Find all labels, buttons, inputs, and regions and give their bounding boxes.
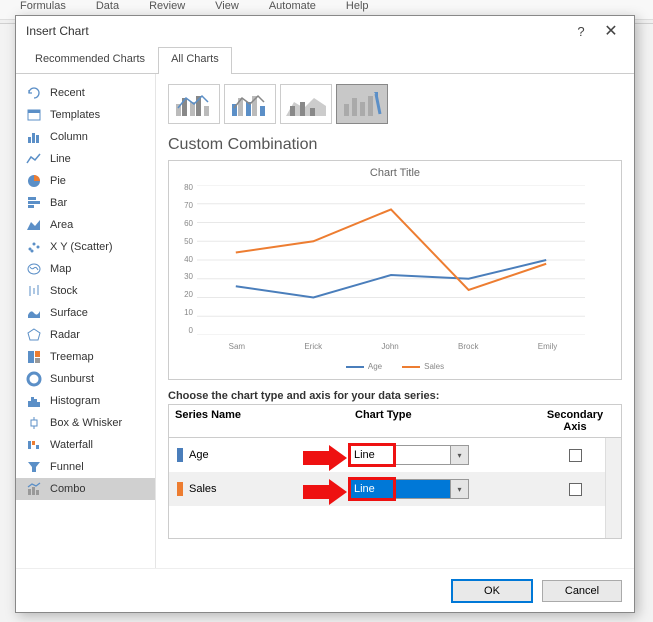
chart-legend: Age Sales (169, 362, 621, 371)
sidebar-item-templates[interactable]: Templates (16, 104, 155, 126)
close-button[interactable]: ✕ (596, 21, 626, 41)
sidebar-item-bar[interactable]: Bar (16, 192, 155, 214)
chevron-down-icon: ▾ (450, 446, 468, 464)
sidebar-item-radar[interactable]: Radar (16, 324, 155, 346)
sidebar-item-combo[interactable]: Combo (16, 478, 155, 500)
chart-type-dropdown-sales[interactable]: Line ▾ (349, 479, 469, 499)
area-icon (26, 217, 42, 233)
main-panel: Custom Combination Chart Title 807060504… (156, 74, 634, 568)
chevron-down-icon: ▾ (450, 480, 468, 498)
scatter-icon (26, 239, 42, 255)
chart-preview-title: Chart Title (169, 161, 621, 179)
sidebar-item-area[interactable]: Area (16, 214, 155, 236)
ribbon-tab[interactable]: Data (96, 0, 119, 12)
bar-icon (26, 195, 42, 211)
section-title: Custom Combination (168, 136, 622, 154)
insert-chart-dialog: Insert Chart ? ✕ Recommended Charts All … (15, 15, 635, 613)
ribbon-tab[interactable]: Review (149, 0, 185, 12)
cancel-button[interactable]: Cancel (542, 580, 622, 602)
sidebar-item-recent[interactable]: Recent (16, 82, 155, 104)
sidebar-item-scatter[interactable]: X Y (Scatter) (16, 236, 155, 258)
col-header-axis: Secondary Axis (529, 405, 621, 437)
chart-category-sidebar: Recent Templates Column Line Pie Bar Are… (16, 74, 156, 568)
sidebar-item-boxwhisker[interactable]: Box & Whisker (16, 412, 155, 434)
surface-icon (26, 305, 42, 321)
sidebar-item-map[interactable]: Map (16, 258, 155, 280)
subtype-stacked-area-column[interactable] (280, 84, 332, 124)
pie-icon (26, 173, 42, 189)
ok-button[interactable]: OK (452, 580, 532, 602)
funnel-icon (26, 459, 42, 475)
col-header-name: Series Name (169, 405, 349, 437)
chart-svg (197, 185, 585, 335)
subtype-clustered-column-line-secondary[interactable] (224, 84, 276, 124)
sidebar-item-waterfall[interactable]: Waterfall (16, 434, 155, 456)
dialog-tabs: Recommended Charts All Charts (16, 46, 634, 74)
sidebar-item-surface[interactable]: Surface (16, 302, 155, 324)
sidebar-item-line[interactable]: Line (16, 148, 155, 170)
dialog-title: Insert Chart (26, 24, 566, 38)
y-axis-labels: 80706050403020100 (173, 183, 193, 335)
histogram-icon (26, 393, 42, 409)
series-color-sales (177, 482, 183, 496)
column-icon (26, 129, 42, 145)
ribbon-tab[interactable]: Help (346, 0, 369, 12)
scrollbar[interactable] (605, 438, 621, 538)
line-icon (26, 151, 42, 167)
waterfall-icon (26, 437, 42, 453)
treemap-icon (26, 349, 42, 365)
secondary-axis-checkbox-age[interactable] (569, 449, 582, 462)
subtype-clustered-column-line[interactable] (168, 84, 220, 124)
radar-icon (26, 327, 42, 343)
chart-type-dropdown-age[interactable]: Line ▾ (349, 445, 469, 465)
dialog-footer: OK Cancel (16, 568, 634, 612)
combo-icon (26, 481, 42, 497)
recent-icon (26, 85, 42, 101)
ribbon-tab[interactable]: Automate (269, 0, 316, 12)
sidebar-item-pie[interactable]: Pie (16, 170, 155, 192)
stock-icon (26, 283, 42, 299)
sidebar-item-stock[interactable]: Stock (16, 280, 155, 302)
secondary-axis-checkbox-sales[interactable] (569, 483, 582, 496)
tab-recommended[interactable]: Recommended Charts (22, 47, 158, 74)
series-table: Series Name Chart Type Secondary Axis Ag… (168, 404, 622, 539)
series-color-age (177, 448, 183, 462)
chart-preview[interactable]: Chart Title 80706050403020100 (168, 160, 622, 380)
boxwhisker-icon (26, 415, 42, 431)
series-row-age: Age Line ▾ (169, 438, 621, 472)
subtype-custom-combination[interactable] (336, 84, 388, 124)
combo-subtype-row (168, 84, 622, 124)
sidebar-item-funnel[interactable]: Funnel (16, 456, 155, 478)
sidebar-item-column[interactable]: Column (16, 126, 155, 148)
ribbon-tab[interactable]: View (215, 0, 239, 12)
sidebar-item-sunburst[interactable]: Sunburst (16, 368, 155, 390)
sidebar-item-treemap[interactable]: Treemap (16, 346, 155, 368)
tab-all-charts[interactable]: All Charts (158, 47, 232, 74)
series-name-label: Age (189, 449, 209, 461)
titlebar: Insert Chart ? ✕ (16, 16, 634, 46)
col-header-type: Chart Type (349, 405, 529, 437)
sunburst-icon (26, 371, 42, 387)
map-icon (26, 261, 42, 277)
series-name-label: Sales (189, 483, 217, 495)
help-button[interactable]: ? (566, 24, 596, 39)
templates-icon (26, 107, 42, 123)
series-row-sales: Sales Line ▾ (169, 472, 621, 506)
sidebar-item-histogram[interactable]: Histogram (16, 390, 155, 412)
ribbon-tab[interactable]: Formulas (20, 0, 66, 12)
series-instruction: Choose the chart type and axis for your … (168, 390, 622, 402)
x-axis-labels: SamErickJohnBrockEmily (199, 342, 587, 351)
